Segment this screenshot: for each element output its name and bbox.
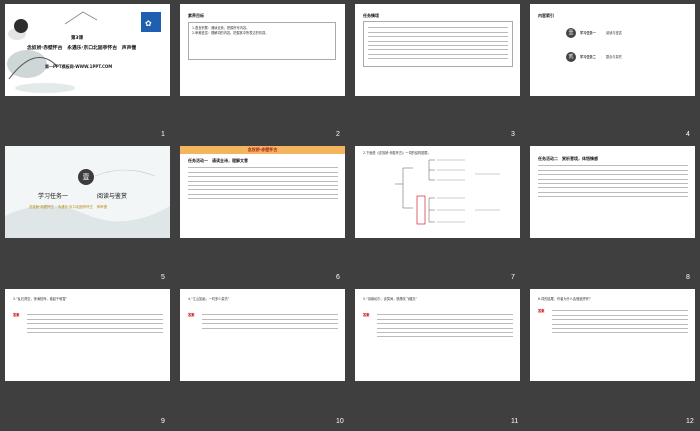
- index-label: 学习任务二: [580, 54, 596, 59]
- slide-number: 8: [686, 274, 690, 281]
- index-circle-icon: 贰: [566, 52, 576, 62]
- slide-number: 12: [686, 418, 694, 425]
- content-box: 1.语言积累：诵读全篇，把握所写内容。 2.审美鉴赏：理解词的内容，把握其中所表…: [188, 22, 336, 60]
- body-text: [552, 307, 688, 337]
- slide-number: 1: [161, 131, 165, 138]
- slide-heading: 内容索引: [538, 13, 554, 18]
- slide-thumb-9[interactable]: 3.“乱石穿空，惊涛拍岸，卷起千堆雪” 答案: [5, 289, 170, 381]
- answer-label: 答案: [538, 309, 545, 313]
- content-box: [363, 21, 513, 67]
- slide-thumb-4[interactable]: 内容索引 壹 学习任务一 阅读与鉴赏 贰 学习任务二 整合与探究: [530, 4, 695, 96]
- lesson-badge: 第3课: [71, 36, 84, 41]
- index-item[interactable]: 壹 学习任务一 阅读与鉴赏: [566, 28, 622, 38]
- answer-label: 答案: [13, 313, 20, 317]
- slide-number: 2: [336, 131, 340, 138]
- slide-thumb-5[interactable]: 壹 学习任务一 阅读与鉴赏 念奴娇·赤壁怀古 永遇乐·京口北固亭怀古 声声慢: [5, 146, 170, 238]
- slide-number: 7: [511, 274, 515, 281]
- slide-thumb-2[interactable]: 素养目标 1.语言积累：诵读全篇，把握所写内容。 2.审美鉴赏：理解词的内容，把…: [180, 4, 345, 96]
- structure-diagram: [395, 159, 500, 225]
- index-sub: 阅读与鉴赏: [605, 30, 622, 35]
- index-item[interactable]: 贰 学习任务二 整合与探究: [566, 52, 622, 62]
- task-sub: 阅读与鉴赏: [97, 193, 128, 200]
- list-item: 2.审美鉴赏：理解词的内容，把握其中所表达的情感。: [192, 30, 269, 35]
- slide-number: 6: [336, 274, 340, 281]
- slide-heading: 素养目标: [188, 13, 204, 18]
- answer-label: 答案: [363, 313, 370, 317]
- slide-number: 5: [161, 274, 165, 281]
- slide-number: 10: [336, 418, 344, 425]
- slide-heading: 2.下面是《念奴娇·赤壁怀古》一词的结构图表。: [363, 151, 431, 155]
- slide-thumb-8[interactable]: 任务活动二 赏析意境，体悟情感: [530, 146, 695, 238]
- tag-row: 念奴娇·赤壁怀古 永遇乐·京口北固亭怀古 声声慢: [29, 204, 107, 209]
- section-circle-icon: 壹: [78, 169, 94, 185]
- svg-text:✿: ✿: [145, 19, 152, 28]
- slide-heading: 6.词的结尾，作者为什么会借酒抒怀？: [538, 297, 593, 301]
- slide-heading: 5.“羽扇纶巾，谈笑间，樯橹灰飞烟灭”: [363, 297, 418, 301]
- slide-thumb-10[interactable]: 4.“江山如画，一时多少豪杰” 答案: [180, 289, 345, 381]
- slide-subtitle: 第一PPT模板网-WWW.1PPT.COM: [45, 64, 113, 69]
- slide-thumb-11[interactable]: 5.“羽扇纶巾，谈笑间，樯橹灰飞烟灭” 答案: [355, 289, 520, 381]
- slide-thumb-6[interactable]: 念奴娇·赤壁怀古 任务活动一 诵读全诗，理解文意: [180, 146, 345, 238]
- slide-number: 11: [511, 418, 519, 425]
- slide-thumb-12[interactable]: 6.词的结尾，作者为什么会借酒抒怀？ 答案: [530, 289, 695, 381]
- body-text: [27, 311, 163, 336]
- body-text: [202, 311, 338, 332]
- slide-thumb-1[interactable]: ✿ 第3课 念奴娇·赤壁怀古 永遇乐·京口北固亭怀古 声声慢 第一PPT模板网-…: [5, 4, 170, 96]
- index-circle-icon: 壹: [566, 28, 576, 38]
- tag-item: 念奴娇·赤壁怀古: [29, 205, 54, 209]
- answer-label: 答案: [188, 313, 195, 317]
- landscape-backdrop: [5, 169, 170, 238]
- slide-thumb-3[interactable]: 任务情境: [355, 4, 520, 96]
- slide-number: 4: [686, 131, 690, 138]
- tag-item: 永遇乐·京口北固亭怀古: [57, 205, 93, 209]
- tag-item: 声声慢: [96, 205, 107, 209]
- slide-number: 9: [161, 418, 165, 425]
- slide-thumb-7[interactable]: 2.下面是《念奴娇·赤壁怀古》一词的结构图表。: [355, 146, 520, 238]
- index-sub: 整合与探究: [605, 54, 622, 59]
- slide-heading: 4.“江山如画，一时多少豪杰”: [188, 297, 230, 301]
- slide-title: 念奴娇·赤壁怀古 永遇乐·京口北固亭怀古 声声慢: [27, 46, 137, 51]
- slide-heading: 3.“乱石穿空，惊涛拍岸，卷起千堆雪”: [13, 297, 68, 301]
- body-text: [538, 162, 688, 201]
- body-text: [377, 311, 513, 341]
- task-label: 学习任务一: [38, 193, 69, 200]
- index-label: 学习任务一: [580, 30, 596, 35]
- slide-heading: 任务情境: [363, 13, 379, 18]
- section-banner: 念奴娇·赤壁怀古: [180, 146, 345, 154]
- slide-number: 3: [511, 131, 515, 138]
- body-text: [188, 164, 338, 203]
